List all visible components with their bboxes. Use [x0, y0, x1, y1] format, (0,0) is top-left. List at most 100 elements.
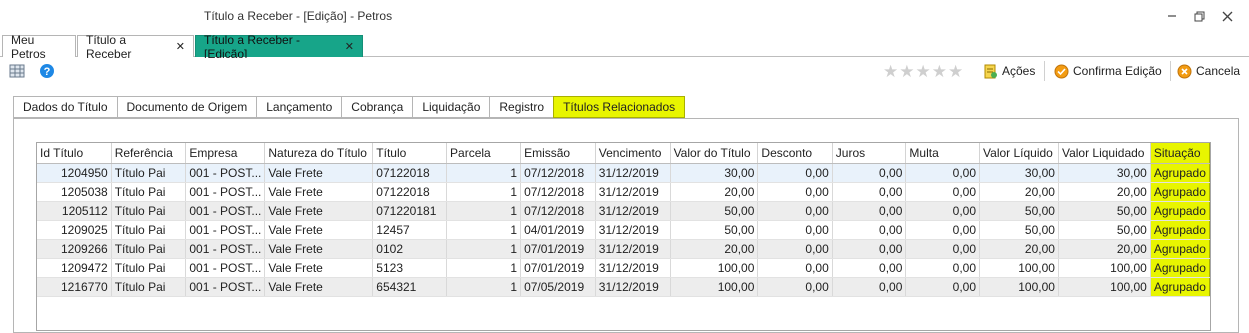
table-cell[interactable]: Título Pai: [111, 258, 187, 278]
table-cell[interactable]: 0,00: [905, 239, 981, 259]
column-header[interactable]: Id Título: [37, 143, 112, 164]
table-cell[interactable]: 07/12/2018: [520, 163, 596, 183]
column-header[interactable]: Valor Liquidado: [1058, 143, 1151, 164]
close-tab-icon[interactable]: ✕: [176, 40, 185, 53]
table-cell[interactable]: Agrupado: [1150, 239, 1210, 259]
table-cell[interactable]: Agrupado: [1150, 163, 1210, 183]
tab-dados-do-titulo[interactable]: Dados do Título: [13, 96, 117, 118]
table-cell[interactable]: 50,00: [670, 201, 759, 221]
table-cell[interactable]: 07/01/2019: [520, 239, 596, 259]
table-cell[interactable]: Título Pai: [111, 220, 187, 240]
table-row[interactable]: 1209266 Título Pai 001 - POST... Vale Frete…: [37, 239, 1210, 259]
column-header[interactable]: Emissão: [520, 143, 596, 164]
table-row[interactable]: 1216770 Título Pai 001 - POST... Vale Frete…: [37, 277, 1210, 297]
table-cell[interactable]: 50,00: [1058, 220, 1151, 240]
table-cell[interactable]: 0,00: [832, 201, 907, 221]
table-cell[interactable]: 0102: [372, 239, 448, 259]
table-cell[interactable]: 20,00: [670, 239, 759, 259]
table-cell[interactable]: 1209025: [37, 220, 112, 240]
table-cell[interactable]: 0,00: [832, 258, 907, 278]
table-cell[interactable]: Título Pai: [111, 277, 187, 297]
table-cell[interactable]: 50,00: [979, 220, 1059, 240]
column-header[interactable]: Referência: [111, 143, 187, 164]
tab-registro[interactable]: Registro: [489, 96, 554, 118]
table-cell[interactable]: 001 - POST...: [185, 220, 266, 240]
table-cell[interactable]: 0,00: [832, 182, 907, 202]
table-cell[interactable]: 0,00: [757, 182, 833, 202]
table-cell[interactable]: 20,00: [979, 239, 1059, 259]
table-cell[interactable]: 001 - POST...: [185, 239, 266, 259]
table-cell[interactable]: 100,00: [1058, 258, 1151, 278]
acoes-button[interactable]: Ações: [983, 62, 1035, 80]
table-cell[interactable]: 0,00: [905, 182, 981, 202]
doc-tab-meu-petros[interactable]: Meu Petros: [2, 33, 76, 61]
table-cell[interactable]: 001 - POST...: [185, 182, 266, 202]
table-cell[interactable]: 0,00: [832, 163, 907, 183]
table-cell[interactable]: Vale Frete: [264, 163, 374, 183]
table-cell[interactable]: 1209266: [37, 239, 112, 259]
table-cell[interactable]: 0,00: [757, 201, 833, 221]
tab-documento-de-origem[interactable]: Documento de Origem: [116, 96, 257, 118]
table-cell[interactable]: 001 - POST...: [185, 258, 266, 278]
table-cell[interactable]: 0,00: [832, 277, 907, 297]
table-cell[interactable]: 50,00: [1058, 201, 1151, 221]
table-cell[interactable]: Vale Frete: [264, 201, 374, 221]
table-cell[interactable]: 1: [446, 182, 522, 202]
table-cell[interactable]: Agrupado: [1150, 258, 1210, 278]
table-cell[interactable]: Agrupado: [1150, 201, 1210, 221]
table-row[interactable]: 1204950 Título Pai 001 - POST... Vale Frete…: [37, 163, 1210, 183]
tab-liquidacao[interactable]: Liquidação: [412, 96, 490, 118]
column-header[interactable]: Empresa: [185, 143, 266, 164]
table-cell[interactable]: 07/01/2019: [520, 258, 596, 278]
table-cell[interactable]: 001 - POST...: [185, 201, 266, 221]
table-cell[interactable]: 1: [446, 201, 522, 221]
table-cell[interactable]: 1216770: [37, 277, 112, 297]
table-cell[interactable]: 1: [446, 277, 522, 297]
table-cell[interactable]: 31/12/2019: [595, 163, 671, 183]
column-header[interactable]: Situação: [1150, 143, 1210, 164]
help-icon[interactable]: ?: [39, 63, 55, 79]
column-header[interactable]: Título: [372, 143, 448, 164]
table-cell[interactable]: 1: [446, 220, 522, 240]
table-cell[interactable]: 0,00: [757, 239, 833, 259]
column-header[interactable]: Vencimento: [595, 143, 671, 164]
table-cell[interactable]: 31/12/2019: [595, 277, 671, 297]
table-cell[interactable]: 0,00: [757, 258, 833, 278]
table-cell[interactable]: 07/12/2018: [520, 201, 596, 221]
table-cell[interactable]: 12457: [372, 220, 448, 240]
table-cell[interactable]: Vale Frete: [264, 220, 374, 240]
column-header[interactable]: Parcela: [446, 143, 522, 164]
column-header[interactable]: Desconto: [757, 143, 833, 164]
table-cell[interactable]: 30,00: [1058, 163, 1151, 183]
table-cell[interactable]: Vale Frete: [264, 277, 374, 297]
table-cell[interactable]: 50,00: [670, 220, 759, 240]
table-cell[interactable]: Agrupado: [1150, 277, 1210, 297]
table-cell[interactable]: 100,00: [979, 258, 1059, 278]
table-cell[interactable]: Vale Frete: [264, 182, 374, 202]
table-cell[interactable]: 20,00: [1058, 182, 1151, 202]
doc-tab-titulo-edicao[interactable]: Título a Receber - [Edição] ✕: [195, 33, 363, 61]
table-cell[interactable]: 31/12/2019: [595, 239, 671, 259]
table-row[interactable]: 1205112 Título Pai 001 - POST... Vale Frete…: [37, 201, 1210, 221]
table-cell[interactable]: 001 - POST...: [185, 277, 266, 297]
table-cell[interactable]: 0,00: [757, 277, 833, 297]
tab-cobranca[interactable]: Cobrança: [341, 96, 413, 118]
table-cell[interactable]: 0,00: [905, 258, 981, 278]
table-cell[interactable]: 20,00: [979, 182, 1059, 202]
doc-tab-titulo-a-receber[interactable]: Título a Receber ✕: [77, 33, 194, 61]
tab-lancamento[interactable]: Lançamento: [256, 96, 342, 118]
table-cell[interactable]: 0,00: [905, 220, 981, 240]
table-cell[interactable]: 0,00: [757, 163, 833, 183]
table-cell[interactable]: 0,00: [757, 220, 833, 240]
tab-titulos-relacionados[interactable]: Títulos Relacionados: [553, 96, 686, 118]
table-cell[interactable]: Vale Frete: [264, 239, 374, 259]
table-cell[interactable]: 31/12/2019: [595, 220, 671, 240]
table-cell[interactable]: 654321: [372, 277, 448, 297]
table-cell[interactable]: 100,00: [670, 277, 759, 297]
table-cell[interactable]: 31/12/2019: [595, 201, 671, 221]
table-cell[interactable]: 07122018: [372, 163, 448, 183]
table-row[interactable]: 1209472 Título Pai 001 - POST... Vale Frete…: [37, 258, 1210, 278]
minimize-button[interactable]: [1161, 6, 1183, 26]
table-cell[interactable]: 1: [446, 163, 522, 183]
column-header[interactable]: Natureza do Título: [264, 143, 374, 164]
